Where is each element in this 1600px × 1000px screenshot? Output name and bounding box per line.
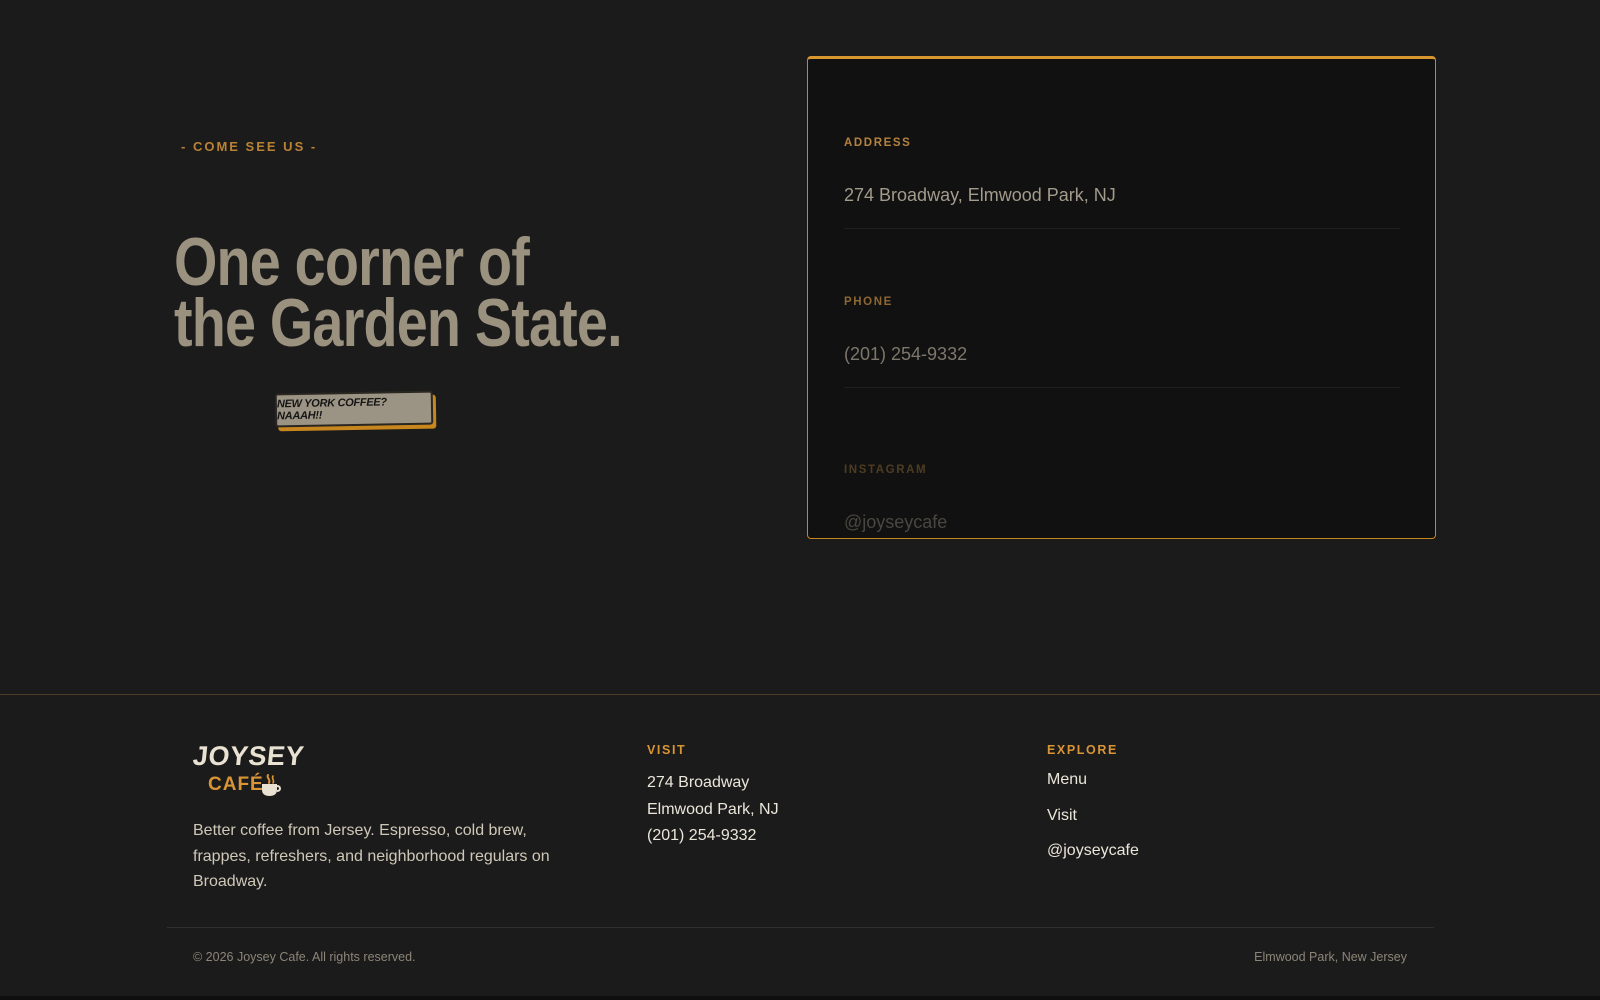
- visit-heading: VISIT: [647, 743, 687, 757]
- sticker-label: NEW YORK COFFEE? NAAAH!!: [274, 390, 434, 428]
- explore-link-instagram[interactable]: @joyseycafe: [1047, 841, 1139, 861]
- explore-links: Menu Visit @joyseycafe: [1047, 770, 1139, 861]
- phone-block: PHONE (201) 254-9332: [844, 296, 1400, 388]
- section-headline: One corner of the Garden State.: [174, 224, 623, 361]
- visit-section: - COME SEE US - One corner of the Garden…: [0, 0, 1600, 694]
- visit-line-street: 274 Broadway: [647, 774, 750, 791]
- coffee-cup-icon: [262, 774, 281, 796]
- page-bottom-edge: [0, 996, 1600, 1000]
- visit-line-phone[interactable]: (201) 254-9332: [647, 823, 779, 850]
- footer-about-text: Better coffee from Jersey. Espresso, col…: [193, 822, 550, 890]
- instagram-block: INSTAGRAM @joyseycafe: [844, 464, 1400, 533]
- visit-line-city: Elmwood Park, NJ: [647, 800, 779, 818]
- explore-link-visit[interactable]: Visit: [1047, 806, 1139, 826]
- section-eyebrow: - COME SEE US -: [181, 139, 318, 154]
- footer-location-text: Elmwood Park, New Jersey: [1254, 950, 1407, 964]
- sticker-badge: NEW YORK COFFEE? NAAAH!!: [274, 390, 437, 432]
- logo-wordmark-top: JOYSEY: [191, 741, 306, 771]
- footer-explore-column: EXPLORE Menu Visit @joyseycafe: [1047, 743, 1139, 877]
- footer-logo[interactable]: JOYSEY CAFÉ: [191, 741, 306, 801]
- contact-info-card: ADDRESS 274 Broadway, Elmwood Park, NJ P…: [807, 56, 1436, 539]
- copyright-text: © 2026 Joysey Cafe. All rights reserved.: [193, 950, 416, 964]
- address-block: ADDRESS 274 Broadway, Elmwood Park, NJ: [844, 137, 1400, 229]
- headline-line-1: One corner of: [174, 224, 530, 300]
- footer-divider: [167, 927, 1434, 928]
- phone-value[interactable]: (201) 254-9332: [844, 344, 1400, 365]
- address-divider: [844, 228, 1400, 229]
- explore-heading: EXPLORE: [1047, 743, 1118, 757]
- logo-wordmark-bottom: CAFÉ: [208, 774, 264, 795]
- address-label: ADDRESS: [844, 137, 912, 149]
- address-value: 274 Broadway, Elmwood Park, NJ: [844, 185, 1116, 205]
- explore-link-menu[interactable]: Menu: [1047, 770, 1139, 790]
- site-footer: JOYSEY CAFÉ Better coffee from Jersey. E…: [0, 694, 1600, 996]
- headline-line-2: the Garden State.: [174, 285, 623, 361]
- instagram-label: INSTAGRAM: [844, 464, 928, 476]
- visit-lines: 274 Broadway Elmwood Park, NJ (201) 254-…: [647, 770, 779, 850]
- footer-visit-column: VISIT 274 Broadway Elmwood Park, NJ (201…: [647, 743, 779, 850]
- phone-divider: [844, 387, 1400, 388]
- phone-label: PHONE: [844, 296, 893, 308]
- instagram-value[interactable]: @joyseycafe: [844, 512, 1400, 533]
